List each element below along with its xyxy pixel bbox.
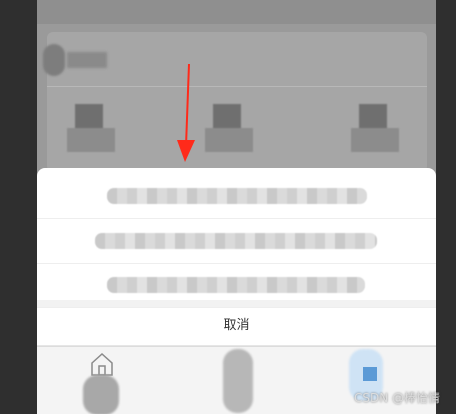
blurred-tab-label [83,375,119,414]
blurred-option-text [107,277,365,293]
watermark: CSDN @棒怡情 [353,391,440,405]
avatar [43,44,65,76]
blurred-title [67,52,107,68]
divider [47,86,427,87]
sheet-separator [37,300,436,307]
action-sheet-option[interactable] [37,174,436,219]
blurred-tab-icon [223,349,253,413]
phone-screen: 取消 [37,0,436,414]
blurred-option-text [95,233,377,249]
annotation-arrow-icon [177,63,195,162]
status-bar [37,0,436,24]
cancel-button[interactable]: 取消 [37,307,436,346]
tab-active-icon [363,367,377,381]
blurred-grid-item[interactable] [67,104,115,156]
home-icon [91,352,113,376]
blurred-grid-item[interactable] [205,104,253,156]
tab-home[interactable] [81,349,129,414]
blurred-grid-item[interactable] [351,104,399,156]
blurred-option-text [107,188,367,204]
tab-item[interactable] [217,349,265,413]
action-sheet-option[interactable] [37,219,436,264]
